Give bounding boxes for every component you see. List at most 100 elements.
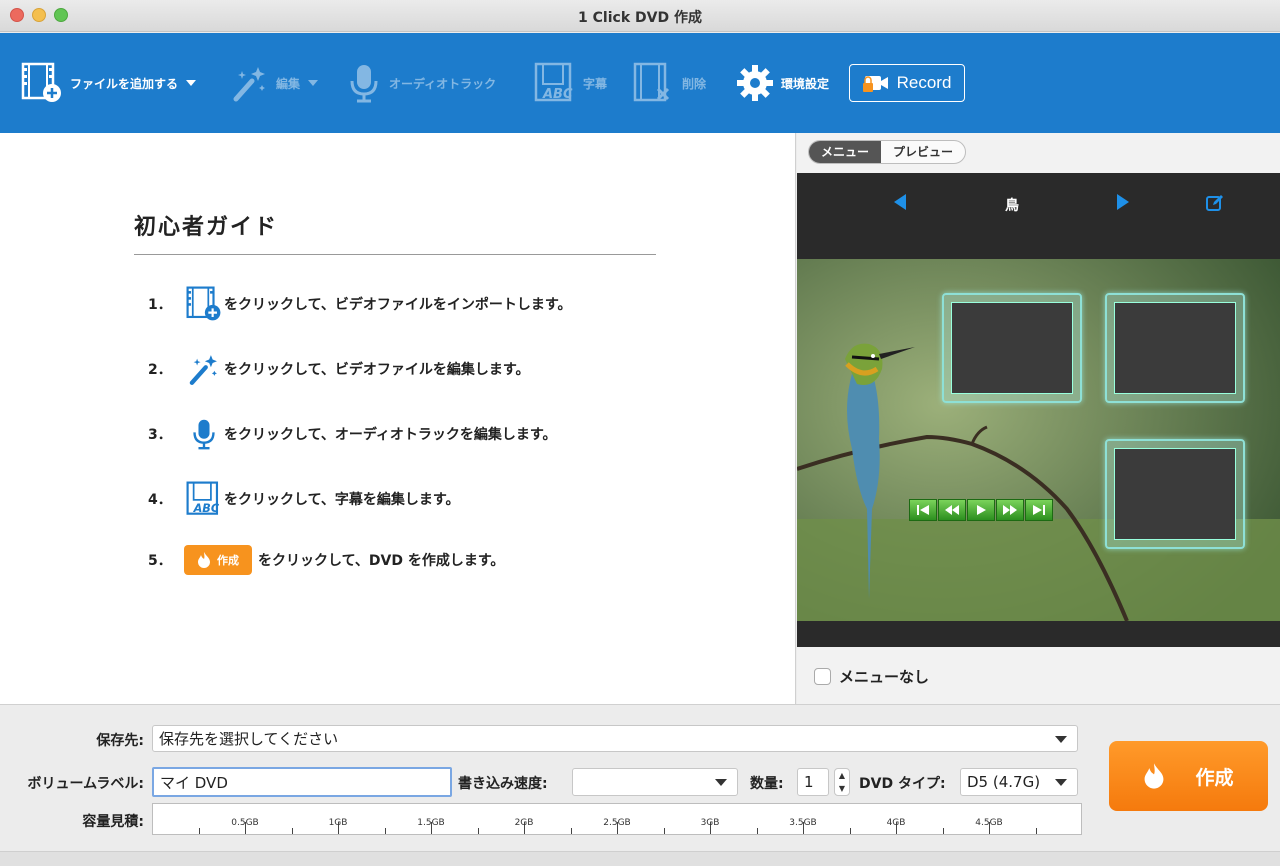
step-text: をクリックして、字幕を編集します。: [224, 492, 460, 508]
capacity-tick-label: 3GB: [700, 818, 720, 828]
copies-value: 1: [804, 773, 814, 791]
step-number: 1．: [148, 297, 172, 313]
guide-step-5: 5． 作成 をクリックして、DVD を作成します。: [148, 545, 504, 575]
no-menu-checkbox[interactable]: [814, 668, 831, 685]
capacity-gauge: 0.5GB 1GB 1.5GB 2GB 2.5GB 3GB 3.5GB 4GB …: [152, 803, 1082, 835]
copies-label: 数量:: [750, 776, 784, 792]
dvd-type-label: DVD タイプ:: [859, 776, 946, 792]
guide-step-1: 1． をクリックして、ビデオファイルをインポートします。: [148, 285, 571, 323]
save-to-label: 保存先:: [96, 733, 144, 749]
skip-back-icon[interactable]: [909, 499, 937, 521]
menu-preview-panel: メニュー プレビュー 鳥 メニューなし: [797, 133, 1280, 704]
fast-forward-icon[interactable]: [996, 499, 1024, 521]
subtitle-abc-icon: ABC: [184, 480, 224, 518]
capacity-tick-label: 4.5GB: [975, 818, 1003, 828]
menu-template-name: 鳥: [1005, 198, 1019, 214]
view-mode-segmented-control: メニュー プレビュー: [808, 140, 967, 164]
save-to-select[interactable]: 保存先を選択してください: [152, 725, 1078, 752]
subtitle-abc-icon: ABC: [534, 62, 573, 102]
rewind-icon[interactable]: [938, 499, 966, 521]
step-text: をクリックして、オーディオトラックを編集します。: [224, 427, 557, 443]
subtitle-label: 字幕: [583, 76, 608, 91]
volume-label-value: マイ DVD: [160, 773, 228, 792]
volume-label-label: ボリュームラベル:: [27, 776, 144, 792]
step-text: をクリックして、ビデオファイルをインポートします。: [224, 297, 572, 313]
no-menu-option[interactable]: メニューなし: [814, 666, 929, 687]
tab-menu[interactable]: メニュー: [809, 141, 882, 163]
guide-step-4: 4． ABC をクリックして、字幕を編集します。: [148, 480, 459, 518]
delete-button[interactable]: 削除: [632, 33, 706, 133]
volume-label-input[interactable]: マイ DVD: [152, 767, 452, 797]
step-number: 5．: [148, 553, 172, 569]
flame-icon: [198, 552, 210, 568]
copies-input[interactable]: 1: [797, 768, 829, 796]
add-video-icon: [184, 285, 224, 323]
status-strip: [0, 851, 1280, 866]
capacity-tick-label: 2GB: [514, 818, 534, 828]
capacity-tick-label: 3.5GB: [789, 818, 817, 828]
dvd-type-select[interactable]: D5 (4.7G): [960, 768, 1078, 796]
record-button[interactable]: Record: [849, 64, 965, 102]
write-speed-label: 書き込み速度:: [458, 776, 548, 792]
microphone-icon: [184, 415, 224, 453]
skip-forward-icon[interactable]: [1025, 499, 1053, 521]
step-number: 2．: [148, 362, 172, 378]
record-label: Record: [896, 73, 952, 92]
copies-stepper[interactable]: ▲ ▼: [834, 768, 850, 796]
flame-icon: [1145, 763, 1164, 789]
magic-wand-icon: [233, 67, 265, 102]
subtitle-button[interactable]: ABC 字幕: [533, 33, 607, 133]
create-label: 作成: [1195, 766, 1234, 789]
no-menu-label: メニューなし: [839, 668, 930, 686]
capacity-tick-label: 1GB: [328, 818, 348, 828]
chevron-down-icon: [1055, 779, 1067, 786]
microphone-icon: [350, 65, 378, 103]
tab-preview[interactable]: プレビュー: [881, 141, 965, 163]
mini-create-label: 作成: [217, 554, 239, 567]
create-dvd-button[interactable]: 作成: [1109, 741, 1268, 811]
magic-wand-icon: [184, 350, 224, 388]
add-file-label: ファイルを追加する: [70, 76, 179, 91]
menu-template-bar: 鳥: [797, 173, 1280, 259]
write-speed-select[interactable]: [572, 768, 738, 796]
next-template-icon[interactable]: [1117, 194, 1129, 210]
chevron-down-icon: [186, 80, 197, 86]
window-title: 1 Click DVD 作成: [578, 10, 702, 26]
play-icon[interactable]: [967, 499, 995, 521]
dvd-type-value: D5 (4.7G): [967, 773, 1041, 791]
capacity-label: 容量見積:: [82, 814, 144, 830]
step-number: 4．: [148, 492, 172, 508]
audio-track-button[interactable]: オーディオトラック: [345, 33, 496, 133]
capacity-tick-label: 4GB: [886, 818, 906, 828]
chevron-down-icon: [1055, 735, 1067, 743]
audio-track-label: オーディオトラック: [389, 76, 497, 91]
svg-text:ABC: ABC: [542, 87, 573, 102]
save-to-value: 保存先を選択してください: [159, 730, 339, 748]
add-file-button[interactable]: ファイルを追加する: [20, 33, 197, 133]
add-video-icon: [21, 62, 61, 102]
chapter-thumbnail-3[interactable]: [1105, 439, 1245, 549]
locked-camera-icon: [862, 76, 888, 92]
capacity-tick-label: 1.5GB: [417, 818, 445, 828]
guide-divider: [134, 254, 656, 255]
step-text: をクリックして、ビデオファイルを編集します。: [224, 362, 530, 378]
chapter-thumbnail-1[interactable]: [942, 293, 1082, 403]
step-number: 3．: [148, 427, 172, 443]
edit-icon[interactable]: [1205, 193, 1225, 213]
gear-icon: [737, 65, 773, 101]
output-settings-panel: 保存先: 保存先を選択してください ボリュームラベル: マイ DVD 書き込み速…: [0, 704, 1280, 866]
preferences-button[interactable]: 環境設定: [735, 33, 829, 133]
capacity-tick-label: 2.5GB: [603, 818, 631, 828]
chevron-down-icon: [715, 779, 727, 786]
step-text: をクリックして、DVD を作成します。: [258, 553, 505, 569]
guide-step-2: 2． をクリックして、ビデオファイルを編集します。: [148, 350, 529, 388]
capacity-tick-label: 0.5GB: [231, 818, 259, 828]
delete-video-icon: [633, 62, 670, 102]
edit-button[interactable]: 編集: [230, 33, 319, 133]
guide-step-3: 3． をクリックして、オーディオトラックを編集します。: [148, 415, 557, 453]
beginner-guide-panel: 初心者ガイド 1． をクリックして、ビデオファイルをインポートします。 2． を…: [0, 133, 796, 704]
main-toolbar: ファイルを追加する 編集 オーディオトラック ABC 字幕 削除 環境設定 Re…: [0, 33, 1280, 133]
preferences-label: 環境設定: [781, 76, 830, 91]
menu-playback-controls: [909, 499, 1054, 521]
chapter-thumbnail-2[interactable]: [1105, 293, 1245, 403]
